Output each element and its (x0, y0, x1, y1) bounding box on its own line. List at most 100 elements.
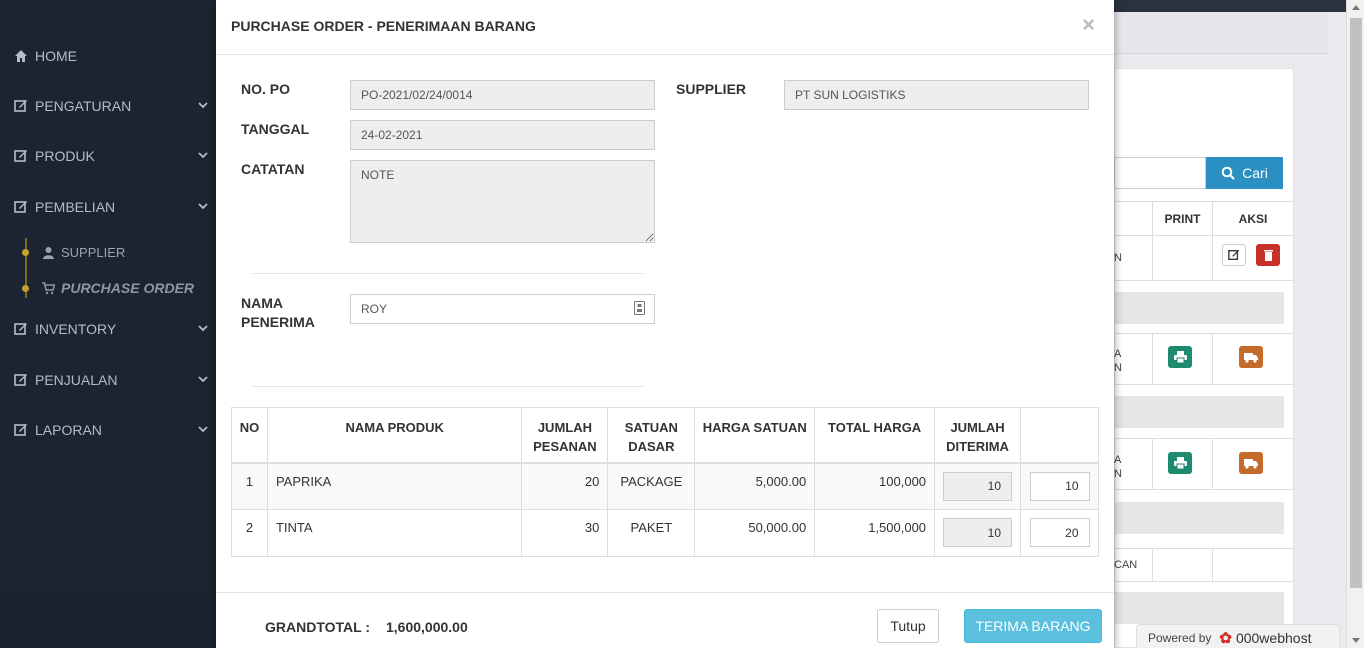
header-line: DASAR (628, 439, 675, 454)
edit-icon (1228, 249, 1240, 260)
cell-input (1020, 462, 1099, 510)
powered-by-text: Powered by (1148, 631, 1212, 645)
purchase-order-modal: PURCHASE ORDER - PENERIMAAN BARANG × NO.… (216, 0, 1114, 648)
background-search-input[interactable] (1114, 157, 1206, 189)
catatan-textarea[interactable]: NOTE (350, 160, 655, 243)
nama-penerima-label-line1: NAMA (241, 295, 283, 311)
print-button[interactable] (1168, 346, 1192, 368)
webhost-brand: 000webhost (1235, 630, 1312, 646)
sidebar-footer (0, 597, 220, 648)
header-line: JUMLAH (950, 420, 1005, 435)
scroll-down-icon[interactable] (1352, 638, 1360, 643)
column-header-print: PRINT (1152, 201, 1213, 236)
sidebar: HOME PENGATURAN PRODUK PEMBELIAN SUPPLIE… (0, 0, 220, 648)
sidebar-subitem-label: SUPPLIER (61, 244, 126, 260)
cell-nama-produk: PAPRIKA (266, 462, 523, 510)
grandtotal-value: 1,600,000.00 (386, 619, 468, 635)
cell-input (1020, 509, 1099, 557)
column-header-aksi: AKSI (1212, 201, 1294, 236)
sidebar-item-penjualan[interactable]: PENJUALAN (0, 360, 220, 400)
header-line: JUMLAH (537, 420, 592, 435)
grandtotal-label: GRANDTOTAL : (265, 619, 370, 635)
trash-icon (1263, 250, 1273, 261)
cell-harga-satuan: 50,000.00 (694, 509, 816, 557)
quantity-input[interactable] (1029, 471, 1090, 501)
print-icon (1173, 351, 1187, 363)
table-stripe (1114, 292, 1284, 324)
receive-button[interactable] (1239, 452, 1263, 474)
divider (252, 273, 644, 274)
modal-header: PURCHASE ORDER - PENERIMAAN BARANG × (216, 0, 1114, 55)
edit-button[interactable] (1222, 244, 1246, 266)
table-row: 2 TINTA 30 PAKET 50,000.00 1,500,000 (231, 509, 1099, 557)
edit-icon (14, 323, 27, 335)
header-line: SATUAN (624, 420, 678, 435)
edit-icon (14, 201, 27, 213)
sidebar-item-label: LAPORAN (35, 422, 102, 438)
items-table: NO NAMA PRODUK JUMLAH PESANAN SATUAN DAS… (231, 407, 1099, 557)
row-fragment: A (1114, 454, 1122, 466)
chevron-down-icon (198, 376, 208, 383)
close-button[interactable]: Tutup (877, 609, 939, 643)
jumlah-diterima-field[interactable] (943, 471, 1013, 501)
cell-jumlah-diterima (934, 509, 1021, 557)
truck-icon (1244, 458, 1258, 469)
table-stripe (1114, 396, 1284, 428)
cell-satuan-dasar: PACKAGE (607, 462, 696, 510)
sidebar-item-pengaturan[interactable]: PENGATURAN (0, 86, 220, 126)
contact-card-icon (634, 301, 645, 315)
receive-button[interactable] (1239, 346, 1263, 368)
user-icon (43, 246, 54, 259)
webhost-badge[interactable]: Powered by ✿ 000webhost (1136, 624, 1340, 648)
sidebar-item-label: PENJUALAN (35, 372, 118, 388)
quantity-input[interactable] (1029, 518, 1090, 547)
sidebar-item-label: HOME (35, 48, 77, 64)
sidebar-item-inventory[interactable]: INVENTORY (0, 309, 220, 349)
chevron-down-icon (198, 203, 208, 210)
cell-jumlah-pesanan: 30 (521, 509, 609, 557)
sidebar-item-produk[interactable]: PRODUK (0, 136, 220, 176)
table-cell (1212, 548, 1294, 582)
scrollbar-thumb[interactable] (1350, 18, 1362, 588)
column-header-no: NO (231, 407, 268, 464)
table-stripe (1114, 592, 1284, 624)
page-scrollbar[interactable] (1346, 0, 1364, 648)
no-po-field[interactable] (350, 80, 655, 110)
sidebar-subitem-supplier[interactable]: SUPPLIER (22, 237, 125, 267)
tanggal-field[interactable] (350, 120, 655, 150)
header-line: DITERIMA (946, 439, 1009, 454)
webhost-logo-icon: ✿ (1219, 630, 1232, 647)
row-fragment: N (1114, 468, 1122, 480)
jumlah-diterima-field[interactable] (943, 518, 1013, 547)
sidebar-item-label: PRODUK (35, 148, 95, 164)
column-header-blank (1114, 201, 1153, 236)
table-stripe (1114, 502, 1284, 534)
search-icon (1221, 166, 1235, 180)
cell-no: 2 (231, 509, 268, 557)
divider (252, 386, 644, 387)
sidebar-item-laporan[interactable]: LAPORAN (0, 410, 220, 450)
catatan-label: CATATAN (241, 161, 305, 177)
column-header-harga-satuan: HARGA SATUAN (694, 407, 816, 464)
supplier-field[interactable] (784, 80, 1089, 110)
edit-icon (14, 374, 27, 386)
column-header-jumlah-pesanan: JUMLAH PESANAN (521, 407, 609, 464)
sidebar-subitem-purchase-order[interactable]: PURCHASE ORDER (22, 273, 194, 303)
cell-harga-satuan: 5,000.00 (694, 462, 816, 510)
chevron-down-icon (198, 426, 208, 433)
nama-penerima-label: NAMA PENERIMA (241, 294, 315, 332)
row-fragment: N (1114, 252, 1122, 264)
nama-penerima-label-line2: PENERIMA (241, 314, 315, 330)
scroll-up-icon[interactable] (1352, 5, 1360, 10)
delete-button[interactable] (1256, 244, 1280, 266)
sidebar-item-pembelian[interactable]: PEMBELIAN (0, 187, 220, 227)
nama-penerima-input[interactable] (350, 294, 655, 324)
sidebar-item-home[interactable]: HOME (0, 36, 220, 76)
close-icon[interactable]: × (1082, 12, 1095, 38)
cell-nama-produk: TINTA (266, 509, 523, 557)
receive-goods-button[interactable]: TERIMA BARANG (964, 609, 1102, 643)
column-header-nama-produk: NAMA PRODUK (266, 407, 523, 464)
modal-title: PURCHASE ORDER - PENERIMAAN BARANG (231, 18, 536, 34)
search-button[interactable]: Cari (1206, 157, 1283, 189)
print-button[interactable] (1168, 452, 1192, 474)
